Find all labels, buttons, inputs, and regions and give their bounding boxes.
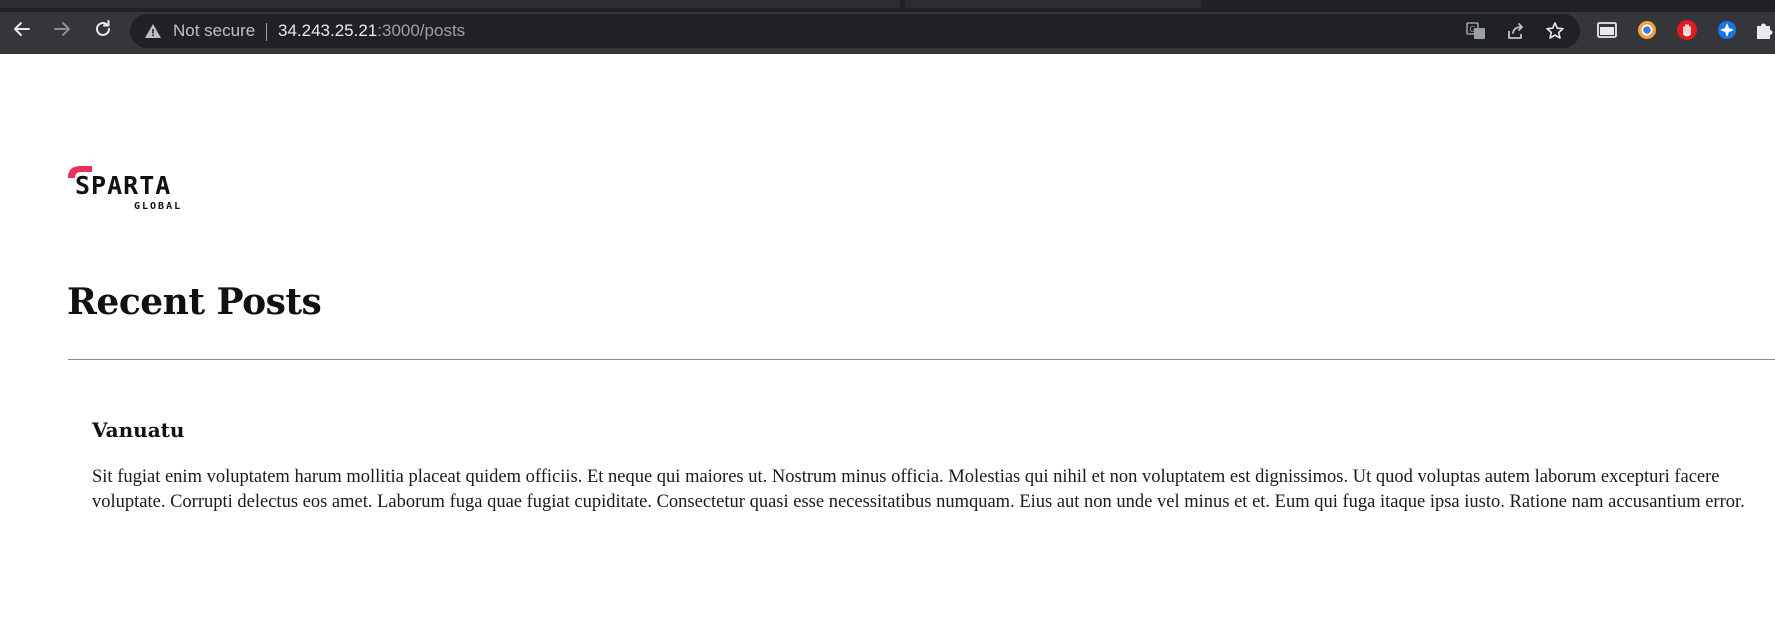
puzzle-extensions-icon [1757,23,1773,39]
extension-button-1[interactable] [1636,19,1658,41]
url-host: 34.243.25.21 [278,21,378,40]
translate-button[interactable]: G [1466,21,1486,41]
tab-background [0,0,900,8]
post-title[interactable]: Vanuatu [92,418,1772,442]
translate-icon: G [1466,22,1485,39]
reload-button[interactable] [89,15,117,43]
star-icon [1546,22,1564,39]
extension-button-3[interactable] [1716,19,1738,41]
title-divider [68,359,1775,360]
bookmark-button[interactable] [1545,21,1565,41]
reading-mode-icon [1597,22,1617,38]
page-title: Recent Posts [67,281,322,323]
warning-icon[interactable] [144,22,162,40]
post-body: Sit fugiat enim voluptatem harum molliti… [92,467,1745,512]
extensions-menu-button[interactable] [1753,19,1775,41]
sparta-global-logo[interactable]: SPARTA GLOBAL [66,164,196,214]
address-bar[interactable]: Not secure 34.243.25.21:3000/posts G [130,14,1580,48]
browser-toolbar: Not secure 34.243.25.21:3000/posts G [0,0,1775,54]
svg-text:G: G [1470,25,1476,34]
reading-mode-button[interactable] [1596,19,1618,41]
tab-background [905,0,1201,8]
post-item: Vanuatu Sit fugiat enim voluptatem harum… [92,418,1772,515]
url-text[interactable]: 34.243.25.21:3000/posts [278,21,465,41]
browser-extension-icon [1638,21,1656,39]
stop-hand-extension-icon [1677,20,1697,40]
forward-button[interactable] [48,15,76,43]
back-arrow-icon [14,22,30,36]
blue-shield-extension-icon [1718,21,1736,39]
address-separator [266,23,267,41]
logo-main-text: SPARTA [75,171,171,200]
logo-sub-text: GLOBAL [134,201,182,212]
share-icon [1508,23,1523,39]
forward-arrow-icon [54,22,70,36]
url-path: :3000/posts [377,21,466,40]
back-button[interactable] [8,15,36,43]
extension-button-2[interactable] [1676,19,1698,41]
security-status-label[interactable]: Not secure [173,21,255,41]
share-button[interactable] [1506,21,1526,41]
reload-icon [96,20,110,36]
